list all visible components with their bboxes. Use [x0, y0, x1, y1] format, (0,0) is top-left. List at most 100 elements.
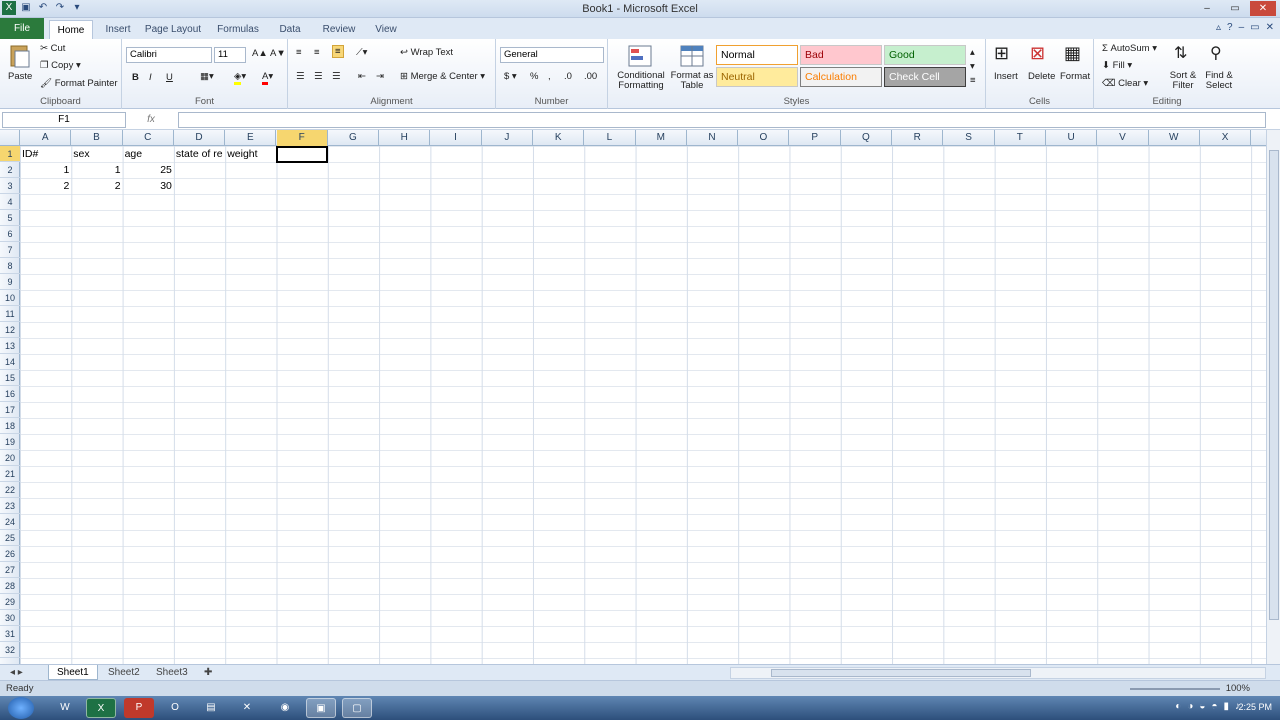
row-header-17[interactable]: 17: [0, 402, 20, 418]
font-size-select[interactable]: 11: [214, 47, 246, 63]
start-button[interactable]: [8, 697, 34, 719]
paste-button[interactable]: Paste: [8, 71, 32, 82]
cell-style-good[interactable]: Good: [884, 45, 966, 65]
window-restore-icon[interactable]: ▭: [1250, 22, 1259, 33]
app-taskbar-icon[interactable]: ✕: [232, 698, 262, 718]
row-header-4[interactable]: 4: [0, 194, 20, 210]
column-header-p[interactable]: P: [790, 130, 841, 146]
align-left-icon[interactable]: ☰: [296, 71, 305, 82]
vertical-scrollbar[interactable]: [1266, 130, 1280, 664]
insert-sheet-icon[interactable]: ✚: [196, 665, 220, 680]
column-header-b[interactable]: B: [71, 130, 123, 146]
sheet-tab-sheet2[interactable]: Sheet2: [100, 665, 148, 680]
formula-input[interactable]: [178, 112, 1266, 128]
conditional-formatting-button[interactable]: Conditional Formatting: [616, 71, 666, 91]
font-color-icon[interactable]: A▾: [262, 71, 273, 85]
row-header-20[interactable]: 20: [0, 450, 20, 466]
vertical-scroll-thumb[interactable]: [1269, 150, 1279, 620]
explorer-taskbar-icon[interactable]: ▤: [196, 698, 226, 718]
row-header-3[interactable]: 3: [0, 178, 20, 194]
bottom-align-icon[interactable]: ≡: [332, 45, 344, 58]
column-header-e[interactable]: E: [225, 130, 277, 146]
format-cells-icon[interactable]: ▦: [1064, 43, 1081, 64]
row-header-9[interactable]: 9: [0, 274, 20, 290]
sort-filter-button[interactable]: Sort & Filter: [1164, 71, 1202, 91]
column-header-n[interactable]: N: [687, 130, 739, 146]
orientation-icon[interactable]: ⟋▾: [356, 47, 367, 58]
minimize-icon[interactable]: –: [1194, 1, 1220, 16]
tab-review[interactable]: Review: [316, 20, 362, 39]
column-header-a[interactable]: A: [20, 130, 72, 146]
sort-filter-icon[interactable]: ⇅: [1174, 43, 1187, 63]
cell-style-bad[interactable]: Bad: [800, 45, 882, 65]
column-header-t[interactable]: T: [995, 130, 1046, 146]
conditional-formatting-icon[interactable]: [626, 43, 654, 69]
sheet-tab-sheet3[interactable]: Sheet3: [148, 665, 196, 680]
column-header-o[interactable]: O: [738, 130, 790, 146]
network-icon[interactable]: ▮: [1223, 701, 1229, 712]
borders-icon[interactable]: ▦▾: [200, 71, 214, 82]
middle-align-icon[interactable]: ≡: [314, 47, 320, 58]
align-center-icon[interactable]: ☰: [314, 71, 323, 82]
cell-style-calculation[interactable]: Calculation: [800, 67, 882, 87]
horizontal-scrollbar[interactable]: [730, 667, 1266, 679]
row-header-18[interactable]: 18: [0, 418, 20, 434]
column-header-r[interactable]: R: [892, 130, 944, 146]
row-header-10[interactable]: 10: [0, 290, 20, 306]
app-taskbar-icon[interactable]: ▣: [306, 698, 336, 718]
font-name-select[interactable]: Calibri: [126, 47, 212, 63]
horizontal-scroll-thumb[interactable]: [771, 669, 1031, 677]
currency-button[interactable]: $ ▾: [504, 71, 517, 82]
row-header-30[interactable]: 30: [0, 610, 20, 626]
decrease-indent-icon[interactable]: ⇤: [358, 71, 366, 82]
tab-insert[interactable]: Insert: [100, 20, 136, 39]
increase-indent-icon[interactable]: ⇥: [376, 71, 384, 82]
sheet-nav-icon[interactable]: ◂ ▸: [2, 665, 31, 680]
clock[interactable]: 2:25 PM: [1238, 702, 1272, 712]
row-header-11[interactable]: 11: [0, 306, 20, 322]
underline-button[interactable]: U: [166, 72, 173, 83]
outlook-taskbar-icon[interactable]: O: [160, 698, 190, 718]
cell-b3[interactable]: 2: [71, 178, 122, 194]
align-right-icon[interactable]: ☰: [332, 71, 341, 82]
autosum-button[interactable]: Σ AutoSum ▾: [1102, 43, 1157, 54]
column-header-v[interactable]: V: [1097, 130, 1149, 146]
gallery-scroll-up-icon[interactable]: ▴: [970, 47, 975, 58]
row-header-12[interactable]: 12: [0, 322, 20, 338]
close-icon[interactable]: ✕: [1250, 1, 1276, 16]
cell-grid[interactable]: [20, 146, 1266, 664]
row-header-7[interactable]: 7: [0, 242, 20, 258]
maximize-icon[interactable]: ▭: [1222, 1, 1248, 16]
cell-a1[interactable]: ID#: [20, 146, 71, 162]
tab-formulas[interactable]: Formulas: [212, 20, 264, 39]
grow-font-icon[interactable]: A▲: [252, 48, 268, 59]
format-as-table-button[interactable]: Format as Table: [670, 71, 714, 91]
tray-icon[interactable]: ◑: [1187, 701, 1193, 712]
tab-view[interactable]: View: [366, 20, 406, 39]
minimize-ribbon-icon[interactable]: ▵: [1216, 22, 1221, 33]
row-header-8[interactable]: 8: [0, 258, 20, 274]
cell-a3[interactable]: 2: [20, 178, 71, 194]
select-all-corner[interactable]: [0, 130, 20, 146]
cell-style-neutral[interactable]: Neutral: [716, 67, 798, 87]
row-header-21[interactable]: 21: [0, 466, 20, 482]
tab-home[interactable]: Home: [49, 20, 93, 39]
percent-button[interactable]: %: [530, 71, 538, 82]
comma-style-icon[interactable]: ,: [548, 71, 551, 82]
column-header-m[interactable]: M: [636, 130, 687, 146]
active-cell-f1[interactable]: [276, 146, 328, 163]
row-header-27[interactable]: 27: [0, 562, 20, 578]
tab-data[interactable]: Data: [270, 20, 310, 39]
excel-taskbar-icon[interactable]: X: [86, 698, 116, 718]
sheet-tab-sheet1[interactable]: Sheet1: [48, 665, 98, 680]
row-header-2[interactable]: 2: [0, 162, 20, 178]
column-header-u[interactable]: U: [1046, 130, 1098, 146]
row-header-25[interactable]: 25: [0, 530, 20, 546]
insert-cells-icon[interactable]: ⊞: [994, 43, 1009, 64]
column-header-s[interactable]: S: [943, 130, 995, 146]
cell-a2[interactable]: 1: [20, 162, 71, 178]
insert-button[interactable]: Insert: [994, 71, 1018, 82]
row-header-23[interactable]: 23: [0, 498, 20, 514]
wrap-text-button[interactable]: ↩ Wrap Text: [400, 47, 453, 58]
cell-c3[interactable]: 30: [123, 178, 174, 194]
